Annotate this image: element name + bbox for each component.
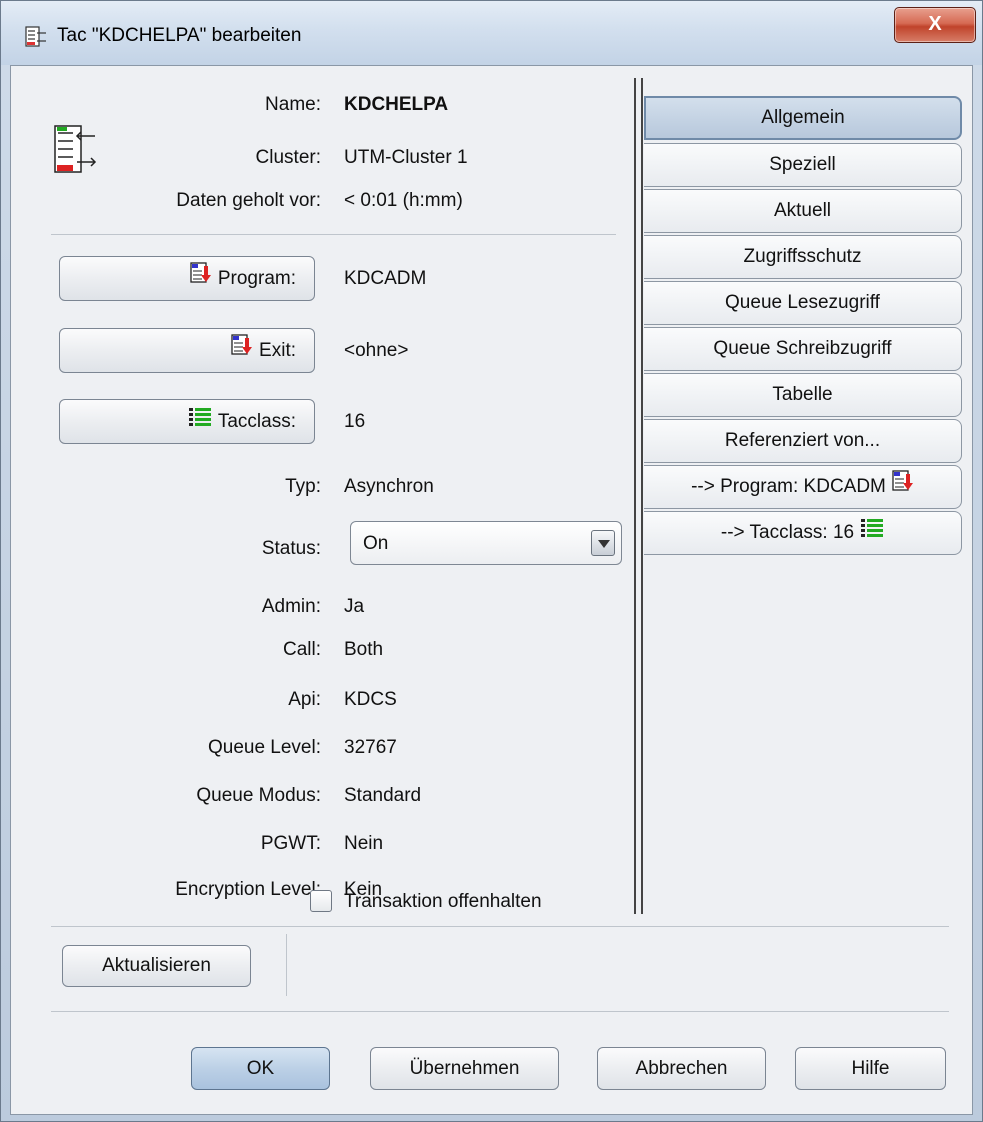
title-bar: Tac "KDCHELPA" bearbeiten X <box>1 1 982 65</box>
program-value: KDCADM <box>344 268 427 289</box>
tab-zugriffsschutz[interactable]: Zugriffsschutz <box>644 235 962 279</box>
pgwt-value: Nein <box>344 833 384 854</box>
program-icon <box>892 466 914 508</box>
tab-label: Queue Lesezugriff <box>725 292 880 313</box>
keep-transaction-label[interactable]: Transaktion offenhalten <box>344 891 542 913</box>
queue-modus-value: Standard <box>344 785 422 806</box>
status-select[interactable]: On <box>350 521 622 565</box>
tab-label: Allgemein <box>761 107 845 128</box>
footer-divider <box>51 1011 949 1012</box>
tab-label: Tabelle <box>772 384 833 405</box>
window-title: Tac "KDCHELPA" bearbeiten <box>57 25 302 46</box>
bottom-divider <box>51 926 949 927</box>
tacclass-icon <box>188 400 212 443</box>
header-divider <box>51 234 616 235</box>
keep-transaction-checkbox[interactable] <box>310 890 332 912</box>
chevron-down-icon[interactable] <box>591 530 615 556</box>
cluster-label: Cluster: <box>255 147 321 168</box>
call-label: Call: <box>282 639 321 660</box>
tacclass-button[interactable]: Tacclass: <box>59 399 315 444</box>
exit-button-label: Exit: <box>259 340 296 361</box>
tab-label: Referenziert von... <box>724 430 881 451</box>
queue-level-label: Queue Level: <box>207 737 321 758</box>
status-select-value: On <box>363 533 389 554</box>
splitter-line[interactable] <box>634 78 636 914</box>
pgwt-label: PGWT: <box>260 833 321 854</box>
tab-queue-schreibzugriff[interactable]: Queue Schreibzugriff <box>644 327 962 371</box>
fetched-label: Daten geholt vor: <box>176 190 321 211</box>
tab-speziell[interactable]: Speziell <box>644 143 962 187</box>
tab-label: Speziell <box>769 154 836 175</box>
call-value: Both <box>344 639 384 660</box>
tab-allgemein[interactable]: Allgemein <box>644 96 962 140</box>
queue-modus-label: Queue Modus: <box>196 785 321 806</box>
queue-level-value: 32767 <box>344 737 397 758</box>
fetched-value: < 0:01 (h:mm) <box>344 190 463 211</box>
tab-label: --> Program: KDCADM <box>691 476 886 498</box>
tab-label: Aktuell <box>773 200 832 221</box>
help-button[interactable]: Hilfe <box>795 1047 946 1090</box>
splitter-line-2[interactable] <box>641 78 643 914</box>
typ-value: Asynchron <box>344 476 434 497</box>
dialog-content: Name: KDCHELPA Cluster: UTM-Cluster 1 Da… <box>10 65 973 1115</box>
program-icon <box>190 257 212 300</box>
name-label: Name: <box>265 94 321 115</box>
program-button-label: Program: <box>217 268 296 289</box>
tab-referenziert-von[interactable]: Referenziert von... <box>644 419 962 463</box>
tac-icon <box>25 26 47 48</box>
name-value: KDCHELPA <box>344 94 449 115</box>
admin-value: Ja <box>344 596 365 617</box>
status-label: Status: <box>261 538 321 559</box>
tacclass-button-label: Tacclass: <box>217 411 296 432</box>
tab-label: Zugriffsschutz <box>743 246 862 267</box>
apply-button[interactable]: Übernehmen <box>370 1047 559 1090</box>
api-label: Api: <box>288 689 321 710</box>
tab-label: Queue Schreibzugriff <box>713 338 892 359</box>
admin-label: Admin: <box>261 596 321 617</box>
tacclass-icon <box>860 512 884 554</box>
tacclass-value: 16 <box>344 411 366 432</box>
encryption-level-label: Encryption Level: <box>175 879 321 900</box>
dialog-window: Tac "KDCHELPA" bearbeiten X Name: KDCHEL… <box>0 0 983 1122</box>
tab-link-program[interactable]: --> Program: KDCADM <box>644 465 962 509</box>
exit-button[interactable]: Exit: <box>59 328 315 373</box>
tab-link-tacclass[interactable]: --> Tacclass: 16 <box>644 511 962 555</box>
tab-label: --> Tacclass: 16 <box>720 522 855 544</box>
refresh-button[interactable]: Aktualisieren <box>62 945 251 987</box>
typ-label: Typ: <box>285 476 321 497</box>
cluster-value: UTM-Cluster 1 <box>344 147 468 168</box>
tab-queue-lesezugriff[interactable]: Queue Lesezugriff <box>644 281 962 325</box>
ok-button[interactable]: OK <box>191 1047 330 1090</box>
api-value: KDCS <box>344 689 397 710</box>
exit-program-icon <box>231 329 253 372</box>
exit-value: <ohne> <box>344 340 409 361</box>
tab-tabelle[interactable]: Tabelle <box>644 373 962 417</box>
toolbar-separator <box>286 934 287 996</box>
cancel-button[interactable]: Abbrechen <box>597 1047 766 1090</box>
program-button[interactable]: Program: <box>59 256 315 301</box>
tab-aktuell[interactable]: Aktuell <box>644 189 962 233</box>
close-button[interactable]: X <box>894 7 976 43</box>
